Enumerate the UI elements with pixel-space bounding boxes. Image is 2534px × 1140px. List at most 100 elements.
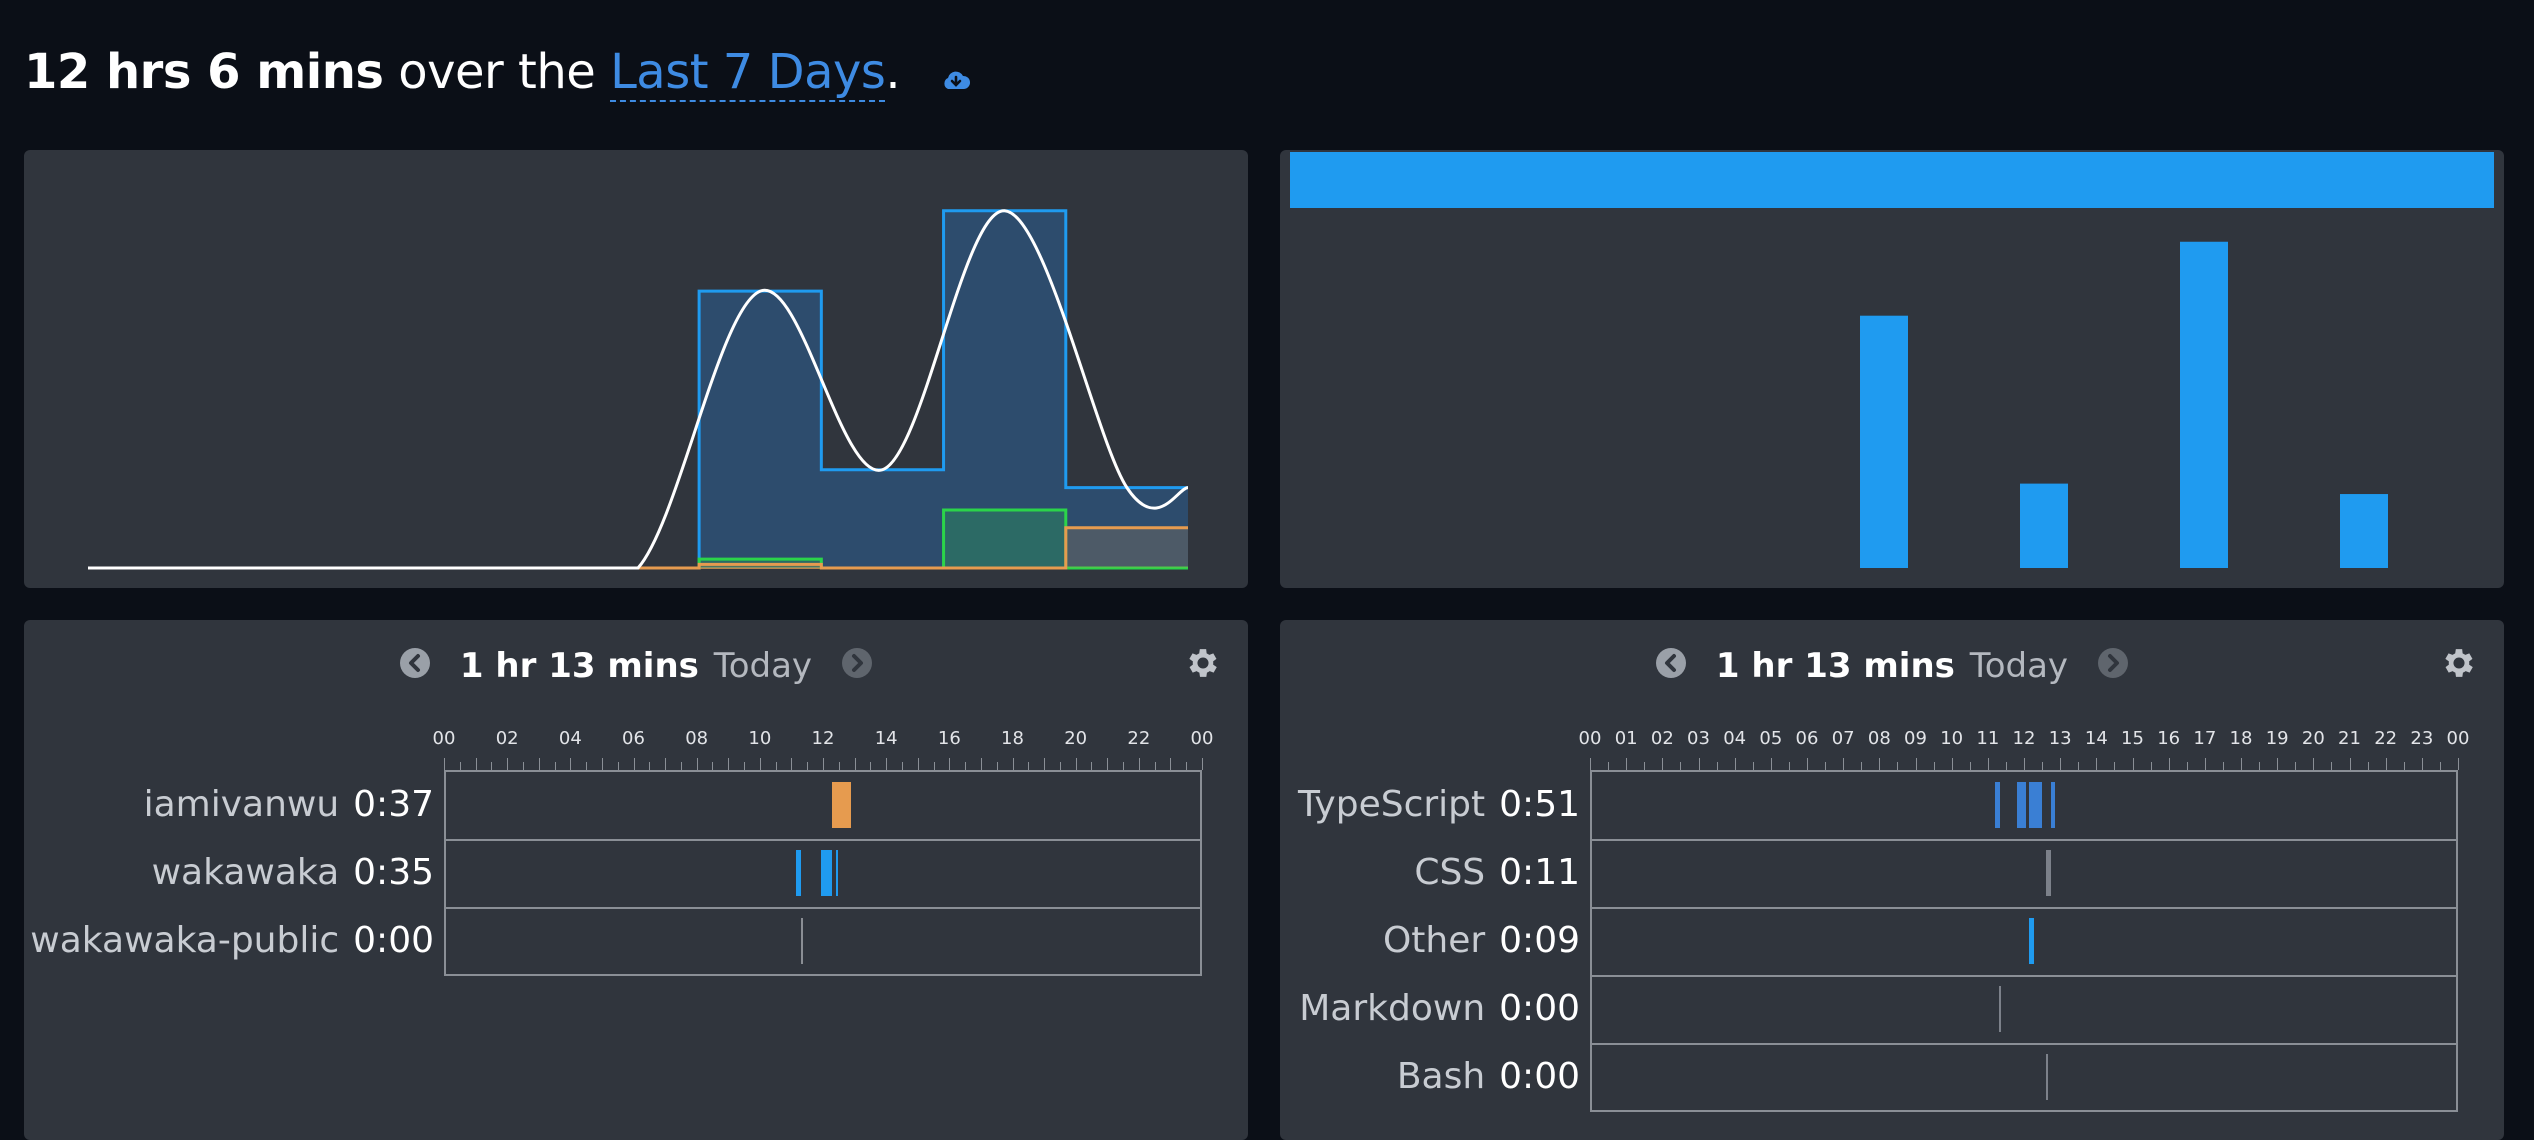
hour-tick — [1933, 762, 1935, 770]
hour-tick-label: 03 — [1687, 728, 1710, 749]
hour-tick-label: 04 — [1723, 728, 1747, 749]
activity-segment[interactable] — [2051, 782, 2055, 828]
hour-tick — [933, 762, 935, 770]
timeline-row-label[interactable]: wakawaka-public 0:00 — [30, 920, 434, 961]
activity-segment[interactable] — [2029, 918, 2035, 964]
previous-day-icon[interactable] — [399, 647, 431, 688]
hour-tick — [1075, 758, 1077, 770]
timeline-row-label[interactable]: Bash 0:00 — [1397, 1056, 1580, 1097]
hour-tick-label: 16 — [937, 728, 961, 749]
hour-tick — [1059, 762, 1061, 770]
hour-tick — [1044, 758, 1046, 770]
bar — [2340, 494, 2388, 568]
hour-tick-label: 20 — [2301, 728, 2325, 749]
hour-tick-label: 06 — [1795, 728, 1819, 749]
hour-tick — [1716, 762, 1718, 770]
hour-tick — [507, 758, 509, 770]
languages-timeline-header: 1 hr 13 mins Today — [1280, 646, 2504, 688]
row-separator — [446, 839, 1200, 841]
hour-tick — [1012, 758, 1014, 770]
activity-segment[interactable] — [800, 918, 803, 964]
activity-segment[interactable] — [2045, 850, 2052, 896]
hour-tick — [2114, 762, 2116, 770]
hour-tick — [2096, 758, 2098, 770]
hour-tick — [1987, 758, 1989, 770]
previous-day-icon[interactable] — [1655, 647, 1687, 688]
row-time: 0:09 — [1499, 920, 1580, 961]
hour-tick — [2458, 758, 2459, 770]
activity-segment[interactable] — [2045, 1054, 2048, 1100]
hour-tick-label: 02 — [495, 728, 519, 749]
hour-tick-label: 22 — [2374, 728, 2398, 749]
hour-tick — [1770, 758, 1772, 770]
hour-tick — [475, 758, 477, 770]
row-name: Bash — [1396, 1056, 1486, 1097]
timeline-row-label[interactable]: CSS 0:11 — [1414, 852, 1580, 893]
hour-tick — [680, 762, 682, 770]
timeline-row-label[interactable]: TypeScript 0:51 — [1298, 784, 1580, 825]
area-fill-1 — [88, 509, 1188, 568]
hour-tick — [2168, 758, 2170, 770]
bar — [2180, 241, 2228, 568]
hour-tick — [1734, 758, 1736, 770]
row-name: wakawaka — [151, 852, 340, 893]
hour-tick-label: 20 — [1064, 728, 1088, 749]
activity-segment[interactable] — [832, 782, 852, 828]
hour-tick — [665, 758, 667, 770]
row-separator — [446, 907, 1200, 909]
next-day-icon[interactable] — [2097, 647, 2129, 688]
hour-tick — [949, 758, 951, 770]
total-bar — [1290, 152, 2494, 208]
next-day-icon[interactable] — [841, 647, 873, 688]
row-time: 0:11 — [1499, 852, 1580, 893]
row-time: 0:37 — [353, 784, 434, 825]
hour-tick — [917, 758, 919, 770]
hour-tick-label: 00 — [1190, 728, 1214, 749]
hour-tick — [1107, 758, 1109, 770]
hour-tick — [728, 758, 730, 770]
hour-tick-label: 12 — [811, 728, 835, 749]
hour-tick — [807, 762, 809, 770]
row-separator — [1592, 1043, 2456, 1045]
activity-segment[interactable] — [1995, 782, 2001, 828]
hour-tick-label: 11 — [1976, 728, 2000, 749]
timeline-row-label[interactable]: Other 0:09 — [1383, 920, 1580, 961]
activity-segment[interactable] — [821, 850, 833, 896]
settings-gear-icon[interactable] — [2440, 644, 2478, 686]
activity-segment[interactable] — [796, 850, 801, 896]
activity-segment[interactable] — [835, 850, 839, 896]
hour-tick — [1879, 758, 1881, 770]
row-name: CSS — [1414, 852, 1486, 893]
hour-tick — [444, 758, 445, 770]
hour-tick-label: 18 — [1001, 728, 1024, 749]
hour-tick-label: 05 — [1759, 728, 1783, 749]
activity-segment[interactable] — [2016, 782, 2026, 828]
timeline-row-label[interactable]: iamivanwu 0:37 — [144, 784, 434, 825]
settings-gear-icon[interactable] — [1184, 644, 1222, 686]
header-connector: over the — [398, 44, 596, 100]
hour-tick-label: 00 — [1578, 728, 1602, 749]
hour-tick — [1170, 758, 1172, 770]
hour-tick — [965, 762, 967, 770]
hour-tick — [2439, 762, 2441, 770]
activity-segment[interactable] — [1998, 986, 2001, 1032]
hour-tick — [2222, 762, 2224, 770]
hour-tick-label: 23 — [2410, 728, 2434, 749]
row-name: iamivanwu — [143, 784, 340, 825]
hour-tick — [870, 762, 872, 770]
hour-tick-label: 19 — [2265, 728, 2289, 749]
hour-tick — [1662, 758, 1664, 770]
timeline-day: Today — [1969, 646, 2069, 686]
timeline-row-label[interactable]: wakawaka 0:35 — [152, 852, 434, 893]
date-range-link[interactable]: Last 7 Days — [610, 44, 886, 102]
timeline-row-label[interactable]: Markdown 0:00 — [1299, 988, 1580, 1029]
bar — [2020, 483, 2068, 568]
activity-segment[interactable] — [2029, 782, 2043, 828]
hour-tick — [2241, 758, 2242, 770]
row-time: 0:51 — [1499, 784, 1580, 825]
row-time: 0:00 — [1499, 1056, 1580, 1097]
cloud-download-icon[interactable] — [941, 47, 971, 103]
hour-tick — [459, 762, 461, 770]
hour-tick — [2024, 758, 2025, 770]
hour-tick-label: 14 — [874, 728, 898, 749]
